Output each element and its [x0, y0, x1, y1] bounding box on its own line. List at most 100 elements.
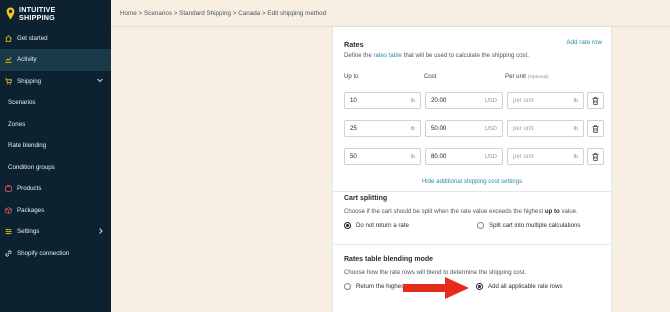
- delete-row-button[interactable]: [587, 148, 604, 165]
- unit-suffix: lb: [410, 125, 415, 132]
- up-to-value: 10: [350, 97, 357, 104]
- sidebar-item-scenarios[interactable]: Scenarios: [0, 92, 111, 114]
- currency-suffix: USD: [484, 153, 497, 160]
- rates-title: Rates: [344, 40, 364, 49]
- radio-label: Add all applicable rate rows: [488, 283, 563, 290]
- home-icon: [5, 34, 12, 42]
- sidebar-item-settings[interactable]: Settings: [0, 221, 111, 243]
- delete-row-button[interactable]: [587, 92, 604, 109]
- radio-selected-icon: [344, 222, 351, 229]
- radio-split-cart[interactable]: Split cart into multiple calculations: [477, 222, 580, 229]
- sidebar-item-packages[interactable]: Packages: [0, 200, 111, 222]
- sidebar-item-label: Rate blending: [8, 142, 47, 150]
- shipping-method-card: Rates Add rate row Define the rates tabl…: [332, 27, 612, 312]
- sidebar-item-label: Condition groups: [8, 163, 55, 171]
- package-box-icon: [5, 206, 12, 214]
- per-unit-input[interactable]: per unit lb: [507, 148, 584, 165]
- up-to-input[interactable]: 25 lb: [344, 120, 421, 137]
- hide-additional-settings-link[interactable]: Hide additional shipping cost settings: [333, 178, 611, 185]
- sidebar-item-label: Products: [17, 185, 42, 193]
- radio-label: Return the highest: [356, 283, 406, 290]
- rate-row: 10 lb 20.00 USD per unit lb: [344, 92, 604, 109]
- sidebar-item-products[interactable]: Products: [0, 178, 111, 200]
- link-icon: [5, 250, 12, 257]
- unit-suffix: lb: [410, 97, 415, 104]
- radio-unselected-icon: [477, 222, 484, 229]
- blending-mode-description: Choose how the rate rows will blend to d…: [344, 269, 527, 276]
- radio-label: Do not return a rate: [356, 222, 409, 229]
- up-to-value: 50: [350, 153, 357, 160]
- sidebar-item-get-started[interactable]: Get started: [0, 27, 111, 49]
- cost-input[interactable]: 50.00 USD: [425, 120, 503, 137]
- settings-sliders-icon: [5, 228, 12, 235]
- cart-splitting-description: Choose if the cart should be split when …: [344, 208, 578, 215]
- section-divider: [333, 191, 611, 192]
- blending-mode-title: Rates table blending mode: [344, 256, 434, 263]
- cost-value: 80.00: [431, 153, 447, 160]
- per-unit-placeholder: per unit: [513, 125, 534, 132]
- cart-splitting-desc-suffix: value.: [559, 208, 578, 215]
- chevron-down-icon: [97, 78, 103, 85]
- cost-input[interactable]: 20.00 USD: [425, 92, 503, 109]
- rates-table-link[interactable]: rates table: [373, 52, 401, 59]
- delete-row-button[interactable]: [587, 120, 604, 137]
- red-arrow-annotation-icon: [403, 277, 469, 299]
- map-pin-logo-icon: [6, 7, 15, 20]
- section-divider: [333, 244, 611, 245]
- radio-unselected-icon: [344, 283, 351, 290]
- radio-add-all-rate-rows[interactable]: Add all applicable rate rows: [476, 283, 563, 290]
- chevron-right-icon: [99, 228, 103, 236]
- logo[interactable]: INTUITIVE SHIPPING: [0, 0, 111, 27]
- radio-do-not-return-rate[interactable]: Do not return a rate: [344, 222, 409, 229]
- per-unit-input[interactable]: per unit lb: [507, 92, 584, 109]
- sidebar-item-label: Get started: [17, 34, 48, 42]
- rates-desc-suffix: that will be used to calculate the shipp…: [401, 52, 529, 59]
- up-to-input[interactable]: 50 lb: [344, 148, 421, 165]
- rate-row: 50 lb 80.00 USD per unit lb: [344, 148, 604, 165]
- radio-return-highest[interactable]: Return the highest: [344, 283, 406, 290]
- sidebar: INTUITIVE SHIPPING Get started Activity …: [0, 0, 111, 312]
- products-tag-icon: [5, 185, 12, 192]
- per-unit-placeholder: per unit: [513, 97, 534, 104]
- rate-row: 25 lb 50.00 USD per unit lb: [344, 120, 604, 137]
- up-to-input[interactable]: 10 lb: [344, 92, 421, 109]
- sidebar-item-activity[interactable]: Activity: [0, 49, 111, 71]
- sidebar-item-label: Scenarios: [8, 99, 36, 107]
- radio-label: Split cart into multiple calculations: [489, 222, 581, 229]
- trash-icon: [592, 152, 599, 161]
- cost-value: 50.00: [431, 125, 447, 132]
- sidebar-item-label: Shipping: [17, 77, 42, 85]
- trash-icon: [592, 124, 599, 133]
- radio-selected-icon: [476, 283, 483, 290]
- currency-suffix: USD: [484, 97, 497, 104]
- cost-input[interactable]: 80.00 USD: [425, 148, 503, 165]
- cost-value: 20.00: [431, 97, 447, 104]
- shipping-cart-icon: [5, 78, 12, 85]
- top-bar: Home > Scenarios > Standard Shipping > C…: [111, 0, 670, 27]
- per-unit-input[interactable]: per unit lb: [507, 120, 584, 137]
- cart-splitting-title: Cart splitting: [344, 195, 388, 202]
- sidebar-item-condition-groups[interactable]: Condition groups: [0, 157, 111, 179]
- trash-icon: [592, 96, 599, 105]
- sidebar-item-shipping[interactable]: Shipping: [0, 71, 111, 93]
- sidebar-item-shopify-connection[interactable]: Shopify connection: [0, 243, 111, 265]
- rates-desc-prefix: Define the: [344, 52, 374, 59]
- up-to-value: 25: [350, 125, 357, 132]
- col-header-up-to: Up to: [344, 73, 359, 80]
- sidebar-item-zones[interactable]: Zones: [0, 114, 111, 136]
- per-unit-placeholder: per unit: [513, 153, 534, 160]
- add-rate-row-link[interactable]: Add rate row: [566, 39, 602, 46]
- sidebar-item-label: Shopify connection: [17, 249, 70, 257]
- sidebar-item-rate-blending[interactable]: Rate blending: [0, 135, 111, 157]
- unit-suffix: lb: [573, 125, 578, 132]
- breadcrumb[interactable]: Home > Scenarios > Standard Shipping > C…: [120, 10, 326, 17]
- unit-suffix: lb: [573, 153, 578, 160]
- sidebar-item-label: Packages: [17, 206, 45, 214]
- col-header-cost: Cost: [424, 73, 437, 80]
- col-header-optional: (Optional): [527, 75, 549, 80]
- rates-description: Define the rates table that will be used…: [344, 52, 529, 59]
- cart-splitting-desc-prefix: Choose if the cart should be split when …: [344, 208, 545, 215]
- sidebar-item-label: Settings: [17, 228, 40, 236]
- cart-splitting-desc-bold: up to: [544, 208, 560, 215]
- logo-line2: SHIPPING: [19, 12, 55, 22]
